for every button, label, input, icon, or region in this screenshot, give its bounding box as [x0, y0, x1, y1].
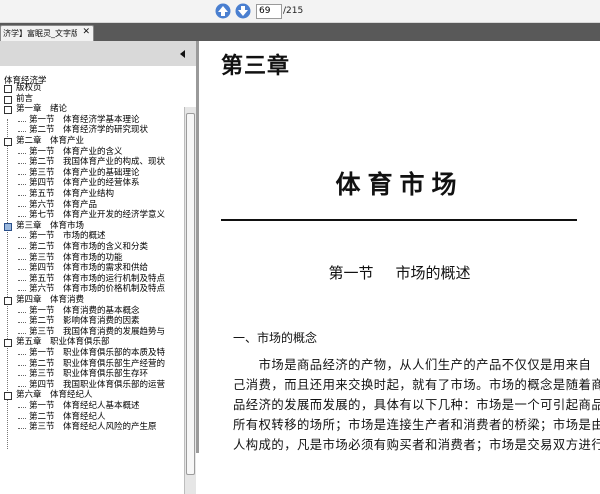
- tree-connector: [18, 428, 26, 430]
- tree-connector: [18, 152, 26, 154]
- chapter-heading: 第三章: [221, 54, 291, 79]
- toc-item-label: 第三节 体育经纪人风险的产生原: [29, 422, 157, 433]
- subheading: 一、市场的概念: [233, 331, 318, 345]
- toc-item-label: 第一节 体育消费的基本概念: [29, 305, 140, 316]
- document-tab-label: 济学】富眠灵_文字版: [3, 29, 77, 38]
- toc-item-label: 第四节 体育市场的需求和供给: [29, 263, 149, 274]
- paragraph-line: 人构成的，凡是市场必须有购买者和消费者；市场是交易双方进行: [233, 438, 600, 452]
- tree-connector: [18, 205, 26, 207]
- collapsed-node-icon[interactable]: [4, 392, 12, 401]
- tree-connector: [18, 248, 26, 249]
- toc-item-label: 第一节 体育产业的含义: [29, 146, 123, 157]
- toc-item-label: 第三节 我国体育消费的发展趋势与: [29, 326, 166, 337]
- toc-item-label: 第四节 体育产业的经营体系: [29, 178, 140, 189]
- toc-item-label: 第一节 职业体育俱乐部的本质及特: [29, 348, 166, 358]
- collapsed-node-icon[interactable]: [4, 106, 12, 115]
- paragraph-line: 所有权转移的场所；市场是连接生产者和消费者的桥梁；市场是由: [233, 418, 600, 432]
- paragraph-line: 己消费，而且还用来交换时起，就有了市场。市场的概念是随着商: [233, 378, 600, 392]
- toc-item-label: 第二章 体育产业: [16, 136, 85, 146]
- toc-item-label: 第五章 职业体育俱乐部: [16, 337, 110, 348]
- page-number-input[interactable]: 69: [256, 4, 282, 19]
- tree-connector: [18, 120, 26, 122]
- toc-item-label: 第六节 体育产品: [29, 199, 98, 210]
- bookmark-sidebar: 体育经济学 版权页 前言 第一章 绪论 第一节 体育经济学基本理论 第二节 体育经济学的…: [0, 41, 196, 494]
- toc-item-label: 第七节 体育产业开发的经济学意义: [29, 210, 166, 221]
- toc-item-label: 第三章 体育市场: [16, 220, 85, 231]
- toc-item-label: 第二节 体育经济学的研究现状: [29, 125, 149, 136]
- scrollbar-thumb[interactable]: [186, 113, 195, 475]
- arrow-up-icon[interactable]: [215, 3, 231, 19]
- tree-connector: [18, 417, 26, 419]
- page-total-label: /215: [283, 6, 304, 16]
- tree-connector: [18, 354, 26, 355]
- tree-connector: [18, 311, 26, 313]
- toolbar: 69 /215: [0, 0, 600, 23]
- section-number: 第一节: [328, 264, 374, 282]
- tree-connector: [18, 269, 26, 271]
- tree-connector: [18, 237, 26, 239]
- tree-connector: [18, 216, 26, 218]
- paragraph-line: 市场是商品经济的产物，从人们生产的产品不仅仅是用来自: [233, 358, 592, 372]
- tree-connector: [18, 279, 26, 281]
- section-name: 市场的概述: [395, 264, 471, 282]
- tree-connector: [18, 375, 26, 377]
- toc-item-label: 第二节 职业体育俱乐部生产经营的: [29, 358, 166, 369]
- title-rule: [221, 219, 577, 221]
- collapsed-node-icon[interactable]: [4, 85, 12, 93]
- tree-connector: [18, 290, 26, 292]
- toc-item-label: 第二节 我国体育产业的构成、现状: [29, 157, 166, 168]
- table-of-contents: 体育经济学 版权页 前言 第一章 绪论 第一节 体育经济学基本理论 第二节 体育经济学的…: [0, 74, 183, 453]
- collapsed-node-icon[interactable]: [4, 339, 12, 348]
- toc-item-label: 第三节 职业体育俱乐部生存环: [29, 369, 149, 380]
- tree-connector: [18, 332, 26, 334]
- toc-item-label: 第六章 体育经纪人: [16, 390, 93, 401]
- tree-connector: [18, 258, 26, 260]
- collapsed-node-icon[interactable]: [4, 297, 12, 305]
- collapse-sidebar-icon[interactable]: [180, 50, 185, 58]
- toc-item-label: 第五节 体育市场的运行机制及特点: [29, 273, 166, 284]
- tree-connector: [18, 195, 26, 196]
- tree-connector: [18, 364, 26, 366]
- toc-item-label: 第一节 市场的概述: [29, 231, 106, 242]
- toc-item-label: 第二节 体育市场的含义和分类: [29, 242, 149, 252]
- toc-item-label: 第六节 体育市场的价格机制及特点: [29, 284, 166, 295]
- tree-connector: [18, 407, 26, 408]
- tree-connector: [18, 163, 26, 165]
- expanded-node-icon[interactable]: [4, 222, 12, 231]
- toc-item-label: 第一章 绪论: [16, 104, 68, 115]
- document-page: 第三章 体育市场 第一节 市场的概述 一、市场的概念 市场是商品经济的产物，从人们…: [199, 41, 600, 453]
- tree-connector: [18, 131, 26, 133]
- tree-connector: [18, 184, 26, 186]
- tree-connector: [18, 385, 26, 387]
- part-title: 体育市场: [335, 170, 464, 199]
- toc-item-label: 前言: [16, 93, 34, 104]
- toc-item-label: 第一节 体育经济学基本理论: [29, 114, 140, 125]
- toc-item-label: 第一节 体育经纪人基本概述: [29, 401, 140, 411]
- toc-item-label: 第二节 影响体育消费的因素: [29, 316, 140, 327]
- toc-item-label: 第三节 体育市场的功能: [29, 252, 123, 263]
- tree-connector: [18, 173, 26, 175]
- arrow-down-icon[interactable]: [235, 3, 251, 19]
- toc-item-label: 第四节 我国职业体育俱乐部的运营: [29, 379, 166, 390]
- toc-item-label: 第二节 体育经纪人: [29, 411, 106, 422]
- toc-item-label: 第三节 体育产业的基础理论: [29, 167, 140, 178]
- paragraph-line: 品经济的发展而发展的，具体有以下几种：市场是一个可引起商品: [233, 398, 600, 412]
- collapsed-node-icon[interactable]: [4, 138, 12, 146]
- toc-item-label: 第四章 体育消费: [16, 295, 85, 305]
- collapsed-node-icon[interactable]: [4, 95, 12, 104]
- toc-item-label: 第五节 体育产业结构: [29, 189, 115, 199]
- sidebar-header: [0, 41, 196, 66]
- document-tab[interactable]: 济学】富眠灵_文字版 ✕: [0, 25, 94, 42]
- close-icon[interactable]: ✕: [82, 27, 90, 37]
- tree-connector: [18, 322, 26, 324]
- section-title: 第一节 市场的概述: [199, 262, 600, 283]
- toc-item-label: 版权页: [16, 83, 42, 93]
